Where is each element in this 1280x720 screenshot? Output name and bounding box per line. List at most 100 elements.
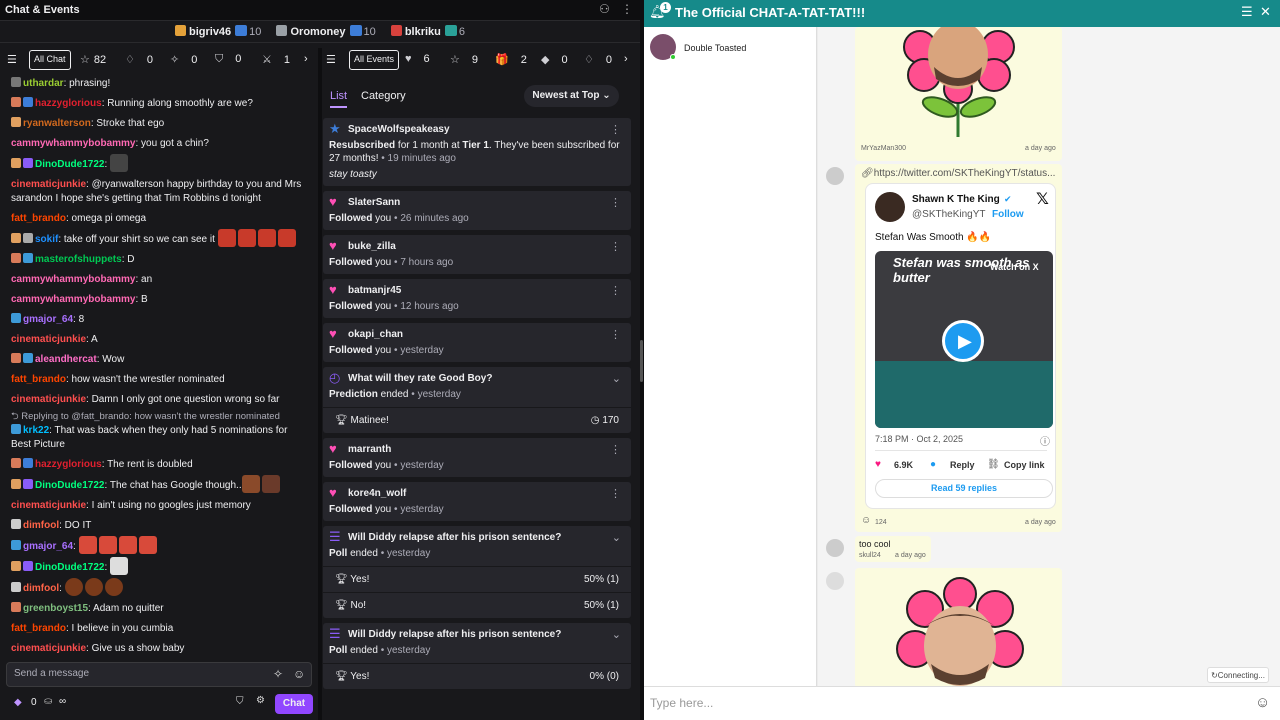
event-card-follow[interactable]: ♥ batmanjr45 ⋮ Followed you • 12 hours ag… — [323, 279, 631, 318]
chat-username[interactable]: DinoDude1722 — [35, 562, 104, 573]
chat-username[interactable]: cammywhammybobammy — [11, 274, 136, 285]
event-card-follow[interactable]: ♥ marranth ⋮ Followed you • yesterday — [323, 438, 631, 477]
chat-username[interactable]: hazzyglorious — [35, 459, 102, 470]
message-sender[interactable]: MrYazMan300 — [861, 145, 906, 152]
chat-username[interactable]: aleandhercat — [35, 354, 97, 365]
chat-username[interactable]: krk22 — [23, 425, 49, 436]
heart-filter[interactable]: ♥ 6 — [405, 53, 430, 65]
shield-filter[interactable]: ⛉ 0 — [215, 53, 241, 66]
chat-username[interactable]: hazzyglorious — [35, 98, 102, 109]
chat-username[interactable]: DinoDude1722 — [35, 159, 104, 170]
sort-dropdown[interactable]: Newest at Top ⌄ — [524, 85, 619, 107]
chat-username[interactable]: ryanwalterson — [23, 118, 91, 129]
prediction-filter[interactable]: ♢ 0 — [584, 53, 612, 66]
more-vertical-icon[interactable]: ⋮ — [610, 124, 621, 137]
event-card-follow[interactable]: ♥ kore4n_wolf ⋮ Followed you • yesterday — [323, 482, 631, 521]
event-card-poll[interactable]: ☰ Will Diddy relapse after his prison sen… — [323, 623, 631, 689]
star-filter[interactable]: ☆ 9 — [450, 53, 478, 66]
chat-message-input[interactable]: Send a message ✧ ☺ — [6, 662, 312, 687]
chat-username[interactable]: cinematicjunkie — [11, 500, 86, 511]
event-user[interactable]: ♥ okapi_chan — [329, 327, 625, 341]
chat-username[interactable]: cammywhammybobammy — [11, 294, 136, 305]
chat-username[interactable]: uthardar — [23, 78, 64, 89]
tweet-copy-link[interactable]: Copy link — [1004, 460, 1045, 470]
like-icon[interactable]: ♥ — [875, 459, 881, 470]
event-user[interactable]: ♥ buke_zilla — [329, 239, 625, 253]
chat-username[interactable]: greenboyst15 — [23, 603, 88, 614]
tweet-handle[interactable]: @SKTheKingYT — [912, 209, 986, 220]
user-avatar[interactable] — [826, 539, 844, 557]
info-icon[interactable]: ⓘ — [1040, 433, 1050, 448]
hamburger-menu-icon[interactable]: ☰ — [1241, 4, 1253, 20]
menu-icon[interactable]: ☰ — [7, 53, 17, 66]
chevron-down-icon[interactable]: ⌄ — [612, 373, 621, 386]
event-user[interactable]: ♥ marranth — [329, 442, 625, 456]
tab-list[interactable]: List — [330, 90, 348, 108]
message-image[interactable] — [855, 568, 1062, 686]
chat-username[interactable]: gmajor_64 — [23, 541, 73, 552]
gift-filter[interactable]: 🎁 2 — [495, 53, 527, 66]
more-vertical-icon[interactable]: ⋮ — [610, 241, 621, 254]
tweet-follow-link[interactable]: Follow — [992, 209, 1024, 220]
all-chat-filter[interactable]: All Chat — [29, 50, 71, 70]
message-sender[interactable]: skull24 — [859, 552, 881, 559]
viewer-blkriku[interactable]: blkriku 6 — [390, 25, 465, 38]
message-image[interactable]: MrYazMan300 a day ago — [855, 27, 1062, 161]
x-logo-icon[interactable]: 𝕏 — [1036, 189, 1049, 209]
tweet-author-name[interactable]: Shawn K The King — [912, 194, 1000, 205]
viewer-bigriv46[interactable]: bigriv46 10 — [174, 25, 261, 38]
more-vertical-icon[interactable]: ⋮ — [610, 488, 621, 501]
event-card-follow[interactable]: ♥ okapi_chan ⋮ Followed you • yesterday — [323, 323, 631, 362]
chat-username[interactable]: dimfool — [23, 520, 59, 531]
chat-username[interactable]: cinematicjunkie — [11, 334, 86, 345]
chat-username[interactable]: cinematicjunkie — [11, 394, 86, 405]
chat-username[interactable]: fatt_brando — [11, 623, 66, 634]
more-vertical-icon[interactable]: ⋮ — [621, 2, 633, 16]
more-vertical-icon[interactable]: ⋮ — [610, 197, 621, 210]
chat-username[interactable]: dimfool — [23, 583, 59, 594]
user-avatar[interactable] — [826, 572, 844, 590]
chevron-down-icon[interactable]: ⌄ — [612, 532, 621, 545]
emoji-icon[interactable]: ☺ — [1255, 694, 1270, 711]
chat-username[interactable]: fatt_brando — [11, 374, 66, 385]
drag-handle[interactable] — [640, 340, 643, 382]
chat-username[interactable]: DinoDude1722 — [35, 480, 104, 491]
event-user[interactable]: ♥ batmanjr45 — [329, 283, 625, 297]
menu-icon[interactable]: ☰ — [326, 53, 336, 66]
reaction-icon[interactable]: ☺ — [861, 515, 871, 526]
close-icon[interactable]: ✕ — [1260, 4, 1271, 20]
chat-username[interactable]: sokif — [35, 234, 58, 245]
user-avatar[interactable] — [826, 167, 844, 185]
bits-icon[interactable]: ⛀ — [44, 696, 52, 707]
event-card-follow[interactable]: ♥ buke_zilla ⋮ Followed you • 7 hours ago — [323, 235, 631, 274]
event-card-follow[interactable]: ♥ SlaterSann ⋮ Followed you • 26 minutes … — [323, 191, 631, 230]
settings-gear-icon[interactable]: ⚙ — [256, 695, 265, 706]
event-user[interactable]: ♥ kore4n_wolf — [329, 486, 625, 500]
chevron-right-icon[interactable]: › — [624, 53, 628, 65]
more-vertical-icon[interactable]: ⋮ — [610, 285, 621, 298]
magic-icon[interactable]: ✧ — [273, 667, 283, 681]
copy-link-icon[interactable]: ⛓ — [987, 459, 1000, 470]
message-sender[interactable]: 124 — [875, 519, 887, 526]
chat-username[interactable]: fatt_brando — [11, 213, 66, 224]
chat-username[interactable]: cammywhammybobammy — [11, 138, 136, 149]
embedded-tweet[interactable]: Shawn K The King ✔ @SKTheKingYT Follow 𝕏… — [865, 183, 1056, 509]
reply-icon[interactable]: ● — [930, 459, 936, 470]
emoji-icon[interactable]: ☺ — [293, 667, 305, 681]
chevron-down-icon[interactable]: ⌄ — [612, 629, 621, 642]
shield-icon[interactable]: ⛉ — [236, 696, 244, 707]
message-link[interactable]: 🔗︎https://twitter.com/SKTheKingYT/status… — [861, 168, 1055, 179]
event-user[interactable]: ♥ SlaterSann — [329, 195, 625, 209]
star-filter[interactable]: ☆ 82 — [80, 53, 106, 66]
read-replies-button[interactable]: Read 59 replies — [875, 479, 1053, 498]
more-vertical-icon[interactable]: ⋮ — [610, 329, 621, 342]
chat-username[interactable]: cinematicjunkie — [11, 643, 86, 654]
chat-username[interactable]: cinematicjunkie — [11, 179, 86, 190]
chat-send-button[interactable]: Chat — [275, 694, 313, 714]
tab-category[interactable]: Category — [361, 90, 406, 102]
all-events-filter[interactable]: All Events — [349, 50, 400, 70]
watch-on-x-link[interactable]: Watch on X — [990, 262, 1039, 272]
chat-username[interactable]: masterofshuppets — [35, 254, 122, 265]
viewer-oromoney[interactable]: Oromoney 10 — [276, 25, 376, 38]
room-message-input[interactable]: Type here... ☺ — [644, 686, 1280, 720]
